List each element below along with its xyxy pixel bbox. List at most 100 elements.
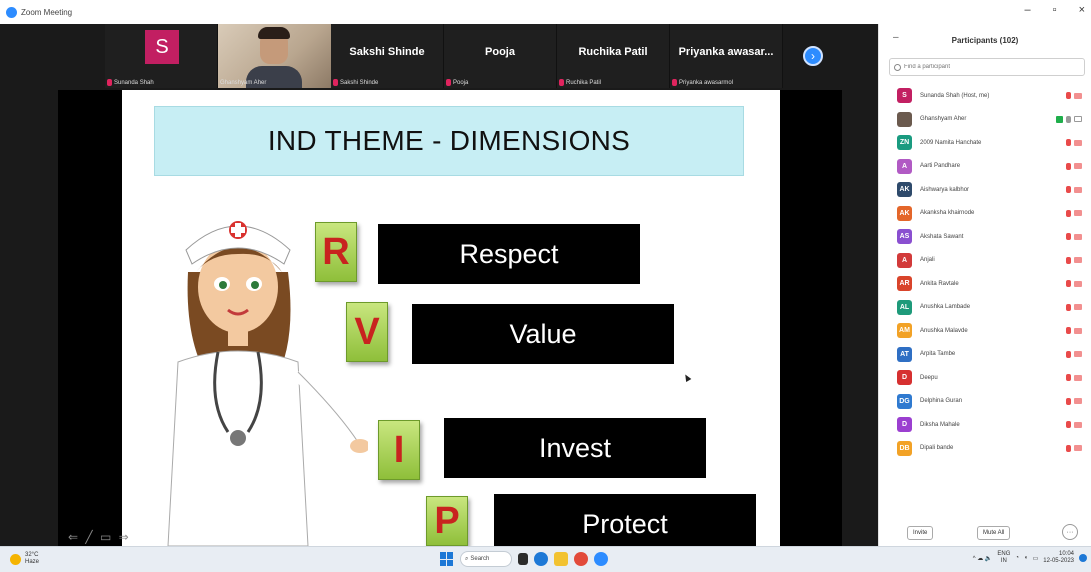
mic-off-icon bbox=[446, 79, 451, 86]
participant-name: Sunanda Shah (Host, me) bbox=[920, 92, 990, 99]
mic-muted-icon[interactable] bbox=[1066, 139, 1071, 146]
participant-row[interactable]: DB Dipali bande bbox=[879, 437, 1091, 461]
mic-muted-icon[interactable] bbox=[1066, 209, 1071, 217]
participant-name: Diksha Mahale bbox=[920, 421, 960, 428]
chat-icon[interactable] bbox=[534, 552, 548, 566]
dimension-pill: Invest bbox=[444, 418, 706, 478]
tile-label: Sakshi Shinde bbox=[340, 79, 379, 86]
window-controls: – ▫ × bbox=[1025, 4, 1085, 16]
system-tray: ^ ☁ 🔈 ENG IN ◔ ◖ ▭ 10:04 12-05-2023 bbox=[973, 551, 1087, 565]
participant-row[interactable]: ZN 2009 Namita Hanchate bbox=[879, 131, 1091, 155]
dimension-pill: Value bbox=[412, 304, 674, 364]
minimize-icon[interactable]: – bbox=[1025, 4, 1031, 16]
volume-icon[interactable]: ◖ bbox=[1024, 555, 1028, 561]
battery-icon[interactable]: ▭ bbox=[1033, 555, 1039, 562]
mic-muted-icon[interactable] bbox=[1066, 421, 1071, 428]
participant-row[interactable]: AS Akshata Sawant bbox=[879, 225, 1091, 249]
mic-muted-icon[interactable] bbox=[1066, 444, 1071, 452]
close-icon[interactable]: × bbox=[1079, 4, 1085, 16]
slide-nav-tools[interactable]: ⇐ ╱ ▭ ⇒ bbox=[68, 530, 131, 544]
video-tile[interactable]: Ghanshyam Aher bbox=[218, 24, 331, 88]
participant-row[interactable]: D Diksha Mahale bbox=[879, 413, 1091, 437]
avatar: A bbox=[897, 252, 912, 268]
participant-row[interactable]: AL Anushka Lambade bbox=[879, 296, 1091, 320]
weather-widget[interactable]: 32°C Haze bbox=[10, 552, 39, 566]
maximize-icon[interactable]: ▫ bbox=[1053, 4, 1057, 16]
video-tile[interactable]: S Sunanda Shah bbox=[105, 24, 218, 88]
participant-row[interactable]: AR Ankita Ravtale bbox=[879, 272, 1091, 296]
search-input[interactable] bbox=[904, 64, 1074, 70]
participant-name: Akshata Sawant bbox=[920, 233, 964, 240]
file-explorer-icon[interactable] bbox=[554, 552, 568, 566]
mic-muted-icon[interactable] bbox=[1066, 374, 1071, 381]
search-icon bbox=[894, 63, 901, 71]
taskbar-apps: ⌕ Search bbox=[440, 551, 608, 567]
participant-name: Anjali bbox=[920, 257, 935, 264]
avatar: AK bbox=[897, 205, 912, 221]
more-options-button[interactable]: ··· bbox=[1062, 524, 1078, 540]
mic-muted-icon[interactable] bbox=[1066, 350, 1071, 358]
video-tile[interactable]: Pooja Pooja bbox=[444, 24, 557, 88]
notification-icon[interactable] bbox=[1079, 554, 1087, 562]
mic-icon[interactable] bbox=[1066, 115, 1071, 123]
mic-muted-icon[interactable] bbox=[1066, 162, 1071, 170]
participant-row[interactable]: AT Arpita Tambe bbox=[879, 343, 1091, 367]
mic-muted-icon[interactable] bbox=[1066, 92, 1071, 99]
camera-off-icon bbox=[1074, 421, 1082, 428]
avatar: AM bbox=[897, 323, 912, 339]
clock-time: 10:04 bbox=[1058, 551, 1074, 557]
camera-off-icon bbox=[1074, 92, 1082, 99]
region-indicator: IN bbox=[1000, 558, 1007, 564]
avatar: S bbox=[145, 30, 179, 64]
task-view-icon[interactable] bbox=[518, 553, 528, 565]
next-page-button[interactable]: › bbox=[803, 46, 823, 66]
video-tile[interactable]: Priyanka awasar... Priyanka awasarmol bbox=[670, 24, 783, 88]
zoom-icon[interactable] bbox=[594, 552, 608, 566]
video-tile[interactable]: Ruchika Patil Ruchika Patil bbox=[557, 24, 670, 88]
mic-muted-icon[interactable] bbox=[1066, 397, 1071, 405]
participant-row[interactable]: A Aarti Pandhare bbox=[879, 155, 1091, 179]
taskbar-search[interactable]: ⌕ Search bbox=[460, 551, 512, 567]
participant-search[interactable] bbox=[889, 58, 1085, 76]
mic-muted-icon[interactable] bbox=[1066, 233, 1071, 240]
start-icon[interactable] bbox=[440, 552, 454, 566]
meeting-area: S Sunanda Shah Ghanshyam Aher Sakshi Shi… bbox=[0, 24, 878, 554]
mic-muted-icon[interactable] bbox=[1066, 186, 1071, 193]
participant-row[interactable]: A Anjali bbox=[879, 249, 1091, 273]
mic-off-icon bbox=[672, 79, 677, 86]
participant-row[interactable]: S Sunanda Shah (Host, me) bbox=[879, 84, 1091, 108]
participant-name: Dipali bande bbox=[920, 445, 954, 452]
participant-row[interactable]: Ghanshyam Aher bbox=[879, 108, 1091, 132]
tray-icons[interactable]: ^ ☁ 🔈 bbox=[973, 555, 993, 562]
zoom-app-icon bbox=[6, 6, 17, 18]
participants-panel: – Participants (102) S Sunanda Shah (Hos… bbox=[878, 24, 1091, 546]
participant-row[interactable]: DG Delphina Guran bbox=[879, 390, 1091, 414]
panel-title: Participants (102) bbox=[951, 35, 1019, 45]
participant-row[interactable]: AK Akanksha khairnode bbox=[879, 202, 1091, 226]
avatar: AS bbox=[897, 229, 912, 245]
clock[interactable]: 10:04 12-05-2023 bbox=[1043, 551, 1074, 565]
window-title: Zoom Meeting bbox=[21, 7, 73, 17]
mute-all-button[interactable]: Mute All bbox=[977, 526, 1011, 540]
letter-badge: P bbox=[426, 496, 468, 546]
invite-button[interactable]: Invite bbox=[907, 526, 934, 540]
camera-off-icon bbox=[1074, 163, 1082, 169]
camera-off-icon bbox=[1074, 257, 1082, 263]
participant-row[interactable]: AK Aishwarya kalbhor bbox=[879, 178, 1091, 202]
mic-off-icon bbox=[559, 79, 564, 86]
mic-muted-icon[interactable] bbox=[1066, 256, 1071, 264]
panel-footer: Invite Mute All ··· bbox=[879, 520, 1091, 546]
participant-name: Akanksha khairnode bbox=[920, 210, 975, 217]
browser-icon[interactable] bbox=[574, 552, 588, 566]
weather-desc: Haze bbox=[25, 559, 40, 565]
participant-row[interactable]: AM Anushka Malavde bbox=[879, 319, 1091, 343]
video-tile[interactable]: Sakshi Shinde Sakshi Shinde bbox=[331, 24, 444, 88]
mic-muted-icon[interactable] bbox=[1066, 327, 1071, 334]
wifi-icon[interactable]: ◔ bbox=[1015, 555, 1019, 561]
camera-off-icon bbox=[1074, 280, 1082, 287]
mic-muted-icon[interactable] bbox=[1066, 280, 1071, 287]
collapse-icon[interactable]: – bbox=[893, 32, 899, 43]
tile-label: Ghanshyam Aher bbox=[220, 80, 267, 86]
participant-row[interactable]: D Deepu bbox=[879, 366, 1091, 390]
mic-muted-icon[interactable] bbox=[1066, 303, 1071, 311]
